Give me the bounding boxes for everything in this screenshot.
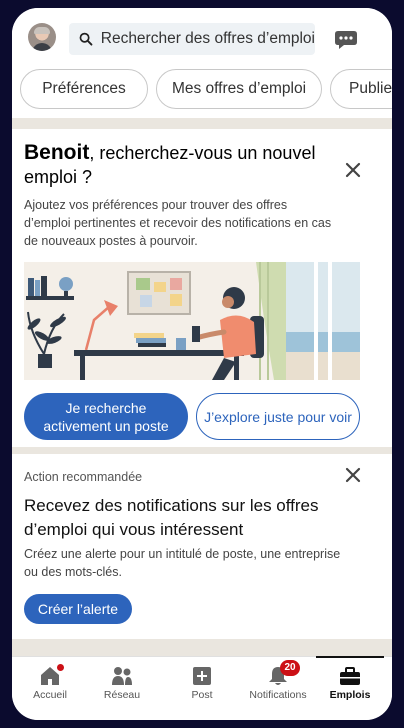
avatar[interactable] xyxy=(28,23,56,51)
just-exploring-button[interactable]: J’explore juste pour voir xyxy=(196,393,360,440)
nav-label: Post xyxy=(191,689,213,701)
messaging-icon[interactable] xyxy=(334,29,358,51)
recommended-action-card: Action recommandée Recevez des notificat… xyxy=(12,454,392,639)
nav-notifications[interactable]: 20 Notifications xyxy=(240,657,316,713)
filter-pills: Préférences Mes offres d’emploi Publier xyxy=(20,69,392,109)
nav-jobs[interactable]: Emplois xyxy=(312,656,388,713)
search-input[interactable]: Rechercher des offres d’emploi xyxy=(69,23,315,55)
nav-label: Notifications xyxy=(249,689,307,701)
network-icon xyxy=(112,667,132,685)
job-seeking-card: Benoit, recherchez-vous un nouvel emploi… xyxy=(12,129,392,447)
jobs-feed: Benoit, recherchez-vous un nouvel emploi… xyxy=(12,118,392,658)
device-frame: Rechercher des offres d’emploi Préférenc… xyxy=(0,0,404,728)
nav-label: Réseau xyxy=(103,689,141,701)
pill-preferences[interactable]: Préférences xyxy=(20,69,148,109)
nav-post[interactable]: Post xyxy=(164,657,240,713)
pill-post-job[interactable]: Publier xyxy=(330,69,392,109)
notifications-badge: 20 xyxy=(280,660,300,676)
actively-looking-button[interactable]: Je recherche activement un poste xyxy=(24,393,188,440)
notification-dot xyxy=(56,663,65,672)
card-title: Benoit, recherchez-vous un nouvel emploi… xyxy=(24,141,324,189)
create-alert-button[interactable]: Créer l’alerte xyxy=(24,594,132,624)
nav-label: Accueil xyxy=(33,689,67,701)
search-placeholder: Rechercher des offres d’emploi xyxy=(100,30,315,47)
pill-my-jobs[interactable]: Mes offres d’emploi xyxy=(156,69,322,109)
recommended-action-label: Action recommandée xyxy=(24,470,143,484)
user-name: Benoit xyxy=(24,141,90,164)
search-icon xyxy=(79,32,93,46)
top-bar: Rechercher des offres d’emploi xyxy=(12,8,392,66)
card-description: Ajoutez vos préférences pour trouver des… xyxy=(24,198,332,248)
app-screen: Rechercher des offres d’emploi Préférenc… xyxy=(12,8,392,720)
card-title: Recevez des notifications sur les offres… xyxy=(24,496,319,539)
briefcase-icon xyxy=(340,667,360,685)
card-description: Créez une alerte pour un intitulé de pos… xyxy=(24,547,341,579)
post-icon xyxy=(193,667,211,685)
bottom-navigation: Accueil Réseau Post 20 Notifications Emp… xyxy=(12,656,392,720)
nav-network[interactable]: Réseau xyxy=(84,657,160,713)
close-icon[interactable] xyxy=(344,466,362,484)
nav-label: Emplois xyxy=(329,689,371,701)
job-search-illustration xyxy=(24,262,360,380)
nav-home[interactable]: Accueil xyxy=(12,657,88,713)
close-icon[interactable] xyxy=(344,161,362,179)
